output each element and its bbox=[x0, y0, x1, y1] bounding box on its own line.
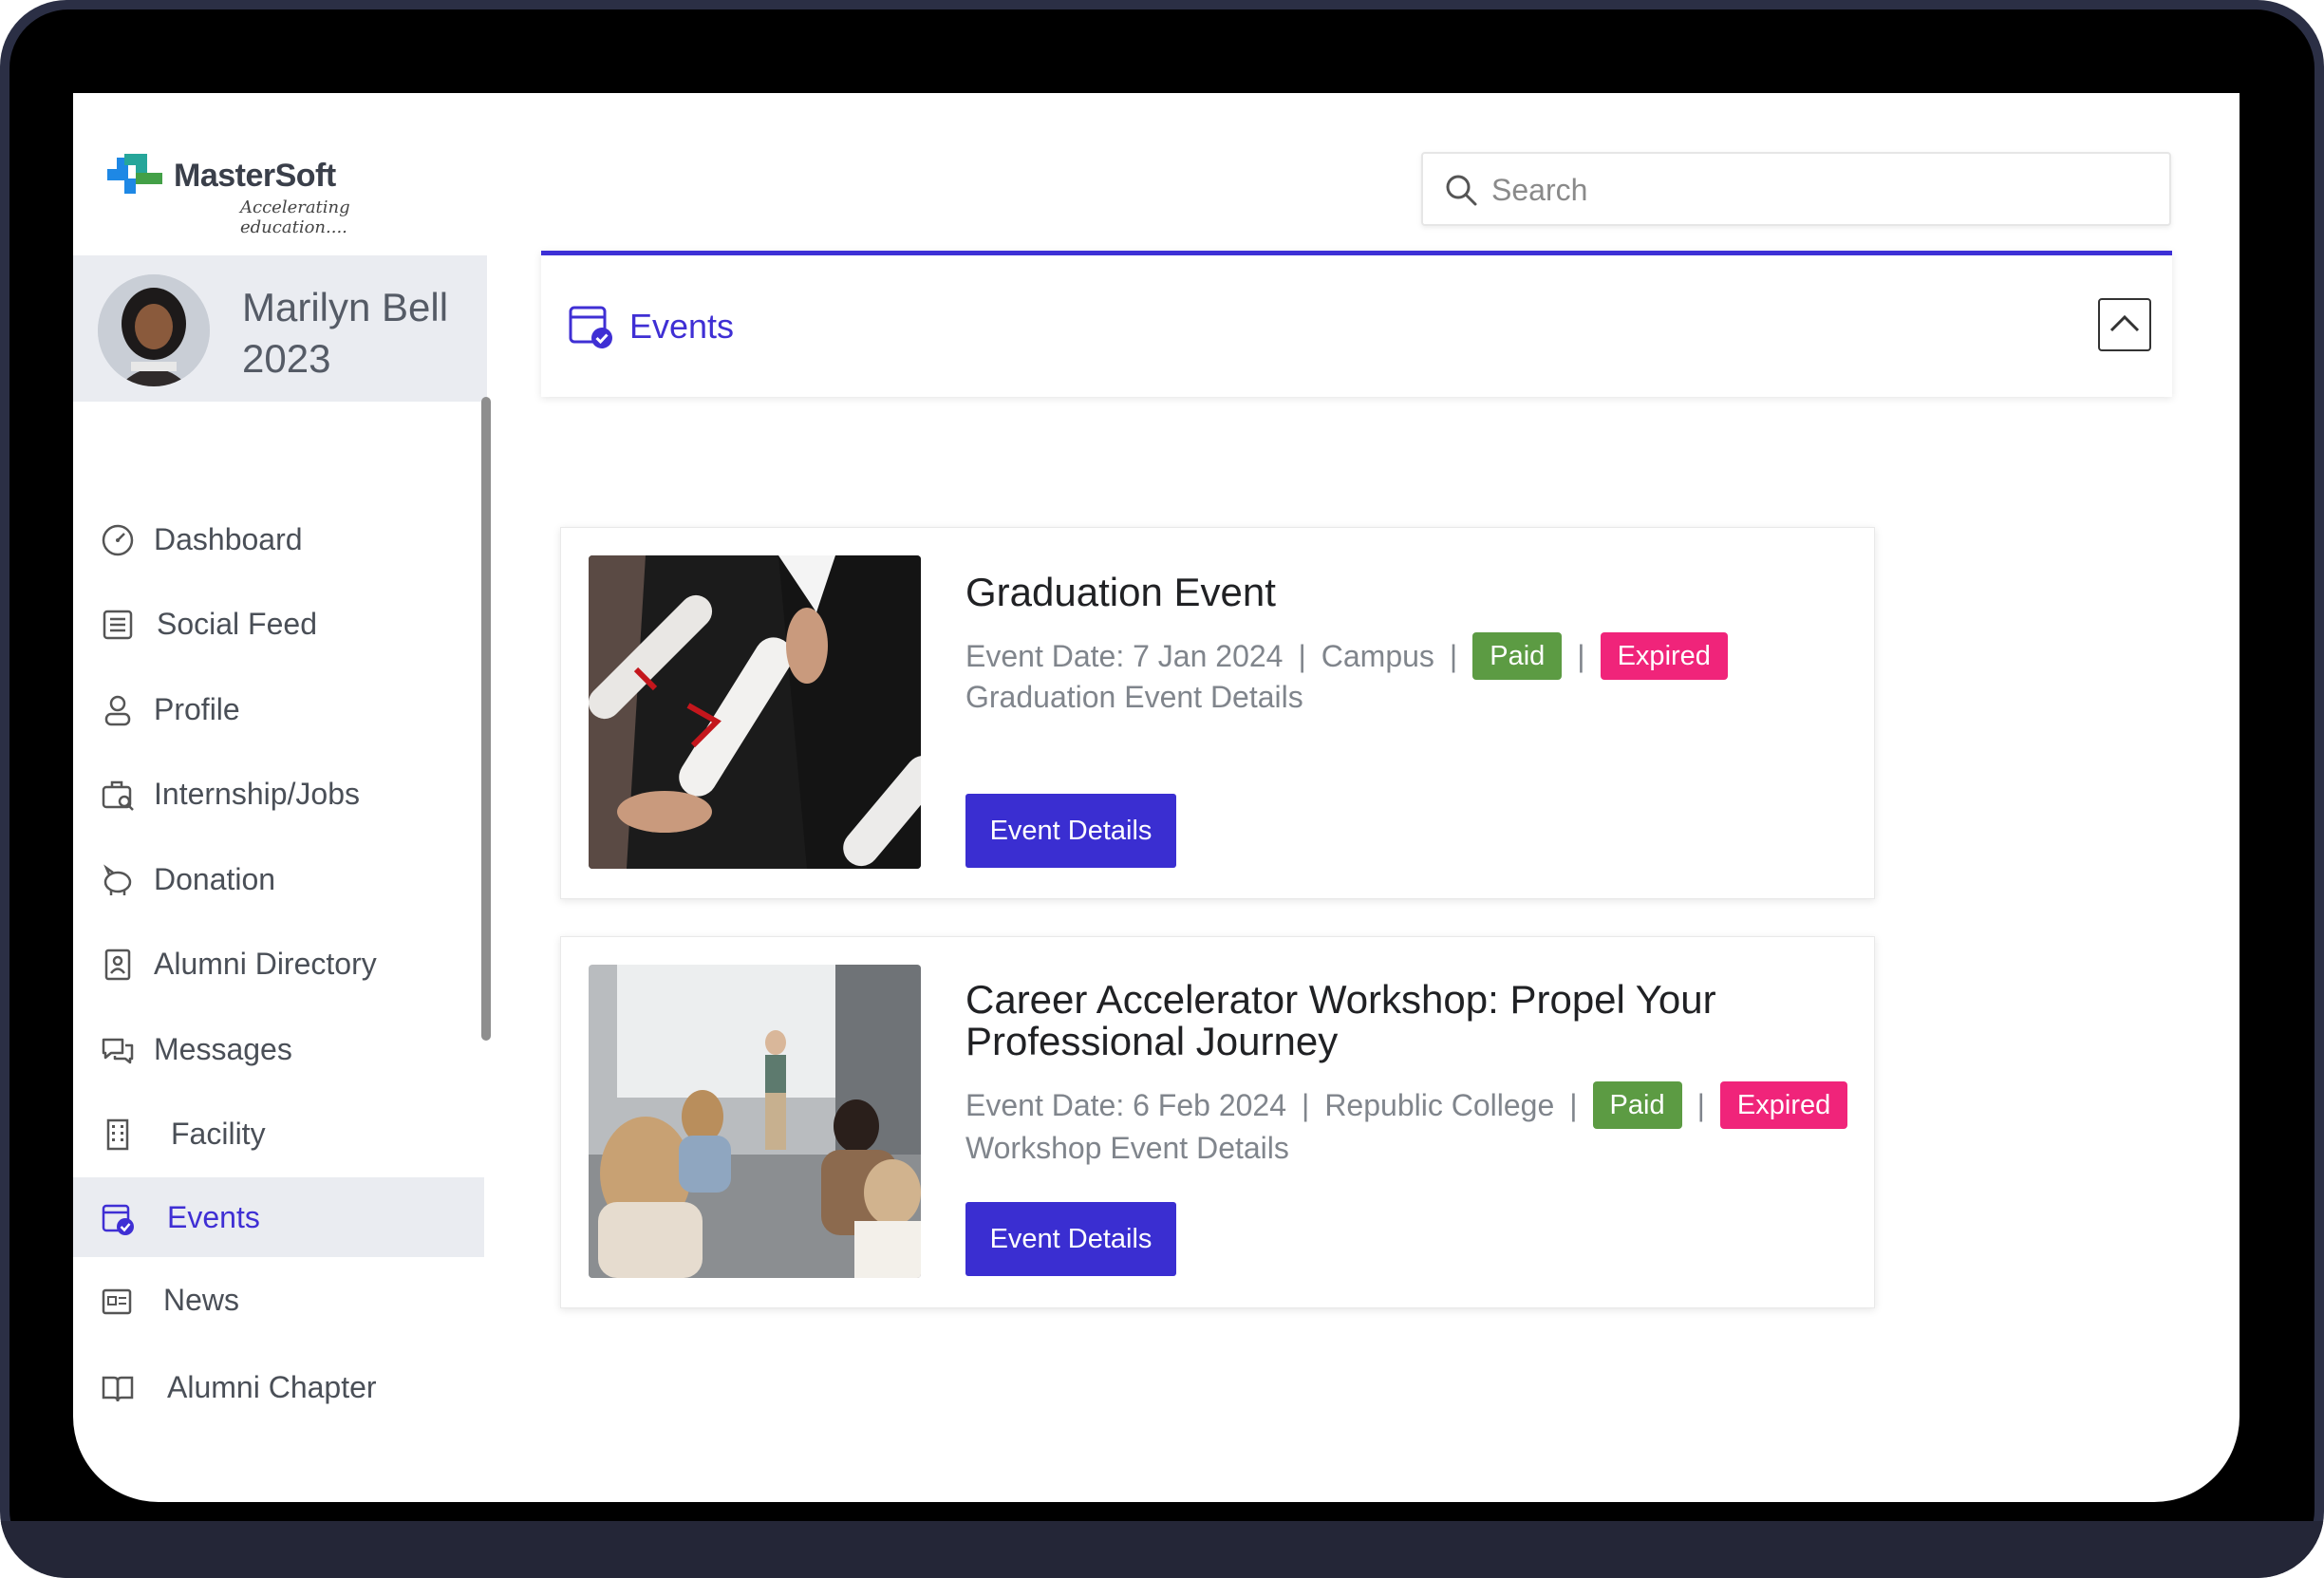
search-icon bbox=[1446, 175, 1477, 206]
events-section-header: Events bbox=[541, 251, 2172, 397]
sidebar-item-label: Internship/Jobs bbox=[154, 776, 361, 811]
sidebar-item-dashboard[interactable]: Dashboard bbox=[73, 499, 484, 579]
separator: | bbox=[1449, 638, 1458, 673]
briefcase-search-icon bbox=[102, 780, 134, 811]
event-title: Career Accelerator Workshop: Propel Your… bbox=[965, 977, 1716, 1063]
expired-badge: Expired bbox=[1719, 1081, 1848, 1129]
sidebar-item-facility[interactable]: Facility bbox=[73, 1094, 484, 1174]
mastersoft-logo[interactable]: MasterSoft Accelerating education.... bbox=[107, 152, 392, 237]
sidebar-item-news[interactable]: News bbox=[73, 1260, 484, 1340]
separator: | bbox=[1569, 1087, 1578, 1122]
list-document-icon bbox=[103, 610, 133, 640]
user-name: Marilyn Bell bbox=[242, 285, 449, 329]
paid-badge: Paid bbox=[1472, 632, 1563, 680]
sidebar-item-label: Social Feed bbox=[157, 606, 317, 641]
event-details-button[interactable]: Event Details bbox=[965, 1202, 1176, 1276]
sidebar-item-label: Alumni Chapter bbox=[167, 1369, 377, 1404]
sidebar-item-label: Donation bbox=[154, 861, 276, 896]
calendar-check-icon bbox=[102, 1204, 134, 1235]
sidebar-item-alumni-directory[interactable]: Alumni Directory bbox=[73, 924, 484, 1004]
piggy-bank-icon bbox=[103, 864, 132, 895]
expired-badge: Expired bbox=[1600, 632, 1728, 680]
newspaper-icon bbox=[102, 1288, 132, 1315]
separator: | bbox=[1696, 1087, 1705, 1122]
sidebar-item-label: Facility bbox=[171, 1116, 266, 1151]
sidebar-item-label: Messages bbox=[154, 1031, 292, 1066]
event-image bbox=[589, 965, 921, 1278]
avatar-photo bbox=[98, 274, 210, 386]
sidebar-item-social-feed[interactable]: Social Feed bbox=[73, 584, 484, 664]
logo-mark-icon bbox=[107, 154, 162, 194]
sidebar-item-label: Events bbox=[167, 1199, 260, 1234]
profile-name: Marilyn Bell 2023 bbox=[242, 282, 448, 385]
calendar-check-icon bbox=[569, 306, 612, 348]
event-image bbox=[589, 555, 921, 869]
building-icon bbox=[106, 1118, 129, 1151]
separator: | bbox=[1302, 1087, 1310, 1122]
sidebar-item-label: News bbox=[163, 1282, 240, 1317]
events-section-title: Events bbox=[629, 307, 735, 346]
event-details-button[interactable]: Event Details bbox=[965, 794, 1176, 868]
sidebar-item-label: Profile bbox=[154, 691, 240, 726]
separator: | bbox=[1577, 638, 1585, 673]
sidebar-item-internship-jobs[interactable]: Internship/Jobs bbox=[73, 754, 484, 834]
sidebar-item-label: Alumni Directory bbox=[154, 946, 377, 981]
paid-badge: Paid bbox=[1592, 1081, 1682, 1129]
logo-tagline: Accelerating education.... bbox=[240, 197, 350, 237]
sidebar-item-alumni-chapter[interactable]: Alumni Chapter bbox=[73, 1347, 484, 1427]
event-title: Graduation Event bbox=[965, 570, 1276, 614]
device-bottom-bar bbox=[0, 1521, 2324, 1578]
contact-book-icon bbox=[104, 949, 131, 981]
sidebar-item-events[interactable]: Events bbox=[73, 1177, 484, 1257]
event-location: Republic College bbox=[1324, 1087, 1555, 1122]
separator: | bbox=[1298, 638, 1306, 673]
user-icon bbox=[104, 695, 131, 726]
event-date: Event Date: 6 Feb 2024 bbox=[965, 1087, 1286, 1122]
app-screen: MasterSoft Accelerating education.... Se… bbox=[73, 93, 2240, 1502]
sidebar-item-messages[interactable]: Messages bbox=[73, 1009, 484, 1089]
event-description: Graduation Event Details bbox=[965, 680, 1303, 714]
event-card: Career Accelerator Workshop: Propel Your… bbox=[560, 936, 1875, 1308]
event-date: Event Date: 7 Jan 2024 bbox=[965, 638, 1284, 673]
sidebar-item-donation[interactable]: Donation bbox=[73, 839, 484, 919]
collapse-button[interactable] bbox=[2098, 298, 2151, 351]
event-location: Campus bbox=[1321, 638, 1434, 673]
open-book-icon bbox=[102, 1376, 134, 1402]
profile-card[interactable]: Marilyn Bell 2023 bbox=[73, 255, 487, 402]
chat-bubbles-icon bbox=[102, 1038, 134, 1064]
dashboard-gauge-icon bbox=[102, 524, 134, 556]
sidebar-item-profile[interactable]: Profile bbox=[73, 669, 484, 749]
event-meta: Event Date: 6 Feb 2024 | Republic Colleg… bbox=[965, 1081, 1848, 1129]
search-box[interactable] bbox=[1421, 152, 2171, 226]
device-frame: MasterSoft Accelerating education.... Se… bbox=[0, 0, 2324, 1578]
chevron-up-icon bbox=[2109, 314, 2140, 332]
search-input[interactable] bbox=[1490, 165, 2148, 215]
avatar bbox=[98, 274, 210, 386]
event-description: Workshop Event Details bbox=[965, 1131, 1289, 1165]
logo-name: MasterSoft bbox=[174, 158, 336, 194]
user-batch-year: 2023 bbox=[242, 336, 331, 381]
sidebar-item-label: Dashboard bbox=[154, 521, 303, 556]
event-meta: Event Date: 7 Jan 2024 | Campus | Paid |… bbox=[965, 632, 1728, 680]
event-card: Graduation Event Event Date: 7 Jan 2024 … bbox=[560, 527, 1875, 899]
